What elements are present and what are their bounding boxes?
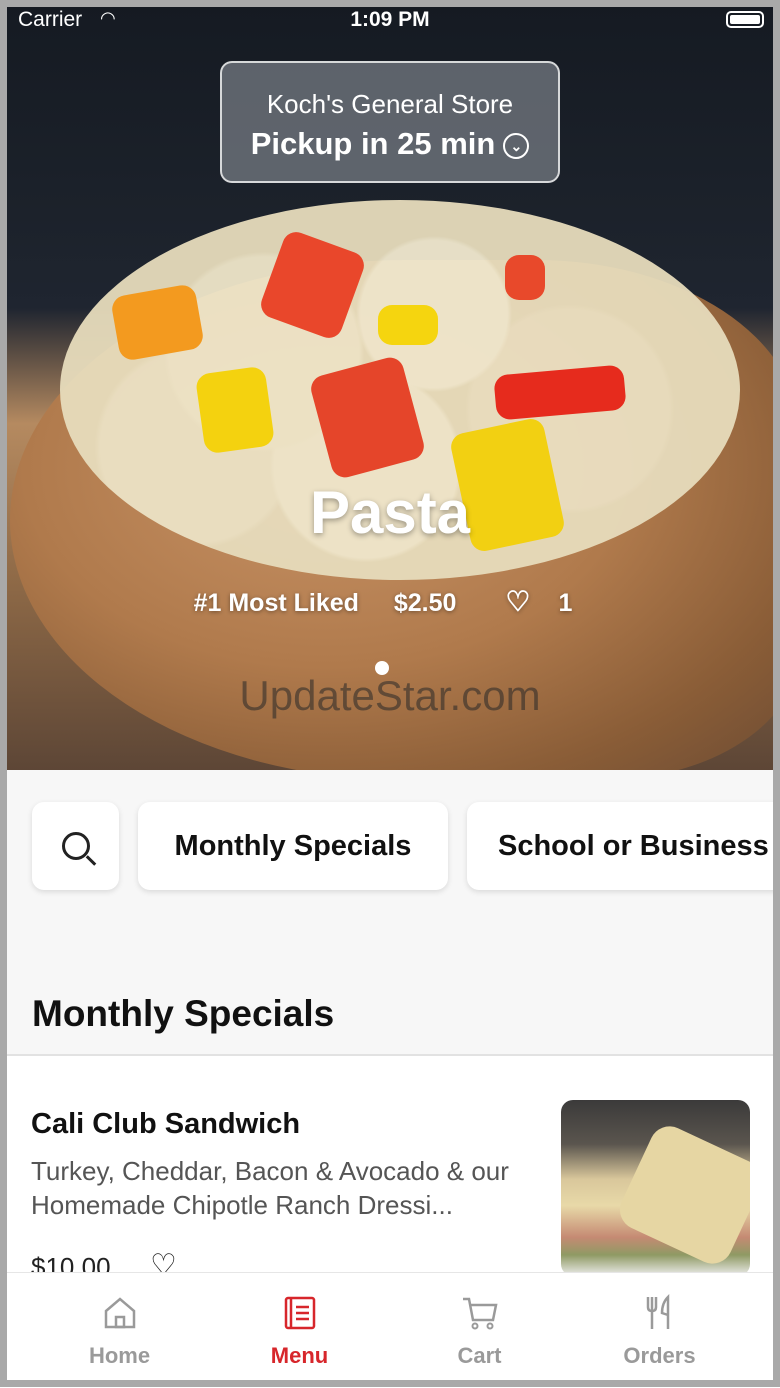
clock: 1:09 PM xyxy=(350,8,430,31)
menu-icon xyxy=(284,1296,315,1330)
hero-rank: #1 Most Liked xyxy=(193,589,359,617)
menu-item-card[interactable]: Cali Club Sandwich Turkey, Cheddar, Baco… xyxy=(0,1056,780,1282)
tab-label: Menu xyxy=(270,1343,329,1368)
item-image xyxy=(561,1100,750,1276)
tab-label: Cart xyxy=(457,1343,502,1368)
section-title: Monthly Specials xyxy=(32,993,335,1034)
heart-icon[interactable]: ♡ xyxy=(505,586,530,617)
hero-title: Pasta xyxy=(309,479,471,546)
utensils-icon xyxy=(646,1293,669,1329)
tab-label: Home xyxy=(88,1343,151,1368)
search-icon xyxy=(61,832,90,860)
store-name: Koch's General Store xyxy=(266,89,514,119)
tab-cart[interactable]: Cart xyxy=(382,1273,577,1388)
cart-icon xyxy=(462,1297,498,1330)
tab-menu[interactable]: Menu xyxy=(202,1273,397,1388)
hero-banner[interactable]: Carrier ◠ 1:09 PM Koch's General Store P… xyxy=(0,0,780,770)
category-chip-monthly-specials[interactable]: Monthly Specials xyxy=(138,802,448,890)
store-selector[interactable]: Koch's General Store Pickup in 25 min ⌄ xyxy=(220,61,560,183)
tomato-piece xyxy=(505,255,545,300)
hero-meta: #1 Most Liked $2.50 ♡ 1 xyxy=(0,585,780,618)
tab-bar: Home Menu Cart Orders xyxy=(0,1272,780,1388)
search-button[interactable] xyxy=(32,802,119,890)
pickup-time: Pickup in 25 min ⌄ xyxy=(222,126,558,162)
pepper-piece xyxy=(194,365,276,455)
battery-icon xyxy=(726,11,764,28)
hero-likes[interactable]: ♡ 1 xyxy=(491,586,586,617)
item-name: Cali Club Sandwich xyxy=(31,1108,301,1140)
pepper-piece xyxy=(378,305,438,345)
chevron-down-icon: ⌄ xyxy=(503,132,530,159)
status-bar: Carrier ◠ 1:09 PM xyxy=(0,0,780,40)
tab-home[interactable]: Home xyxy=(22,1273,217,1388)
item-description: Turkey, Cheddar, Bacon & Avocado & our H… xyxy=(31,1156,509,1220)
tab-label: Orders xyxy=(623,1343,696,1368)
category-bar: Monthly Specials School or Business xyxy=(0,800,780,892)
tab-orders[interactable]: Orders xyxy=(562,1273,757,1388)
hero-price: $2.50 xyxy=(393,589,457,617)
watermark: UpdateStar.com xyxy=(239,672,541,719)
home-icon xyxy=(104,1297,135,1329)
category-chip-school-business[interactable]: School or Business xyxy=(467,802,780,890)
